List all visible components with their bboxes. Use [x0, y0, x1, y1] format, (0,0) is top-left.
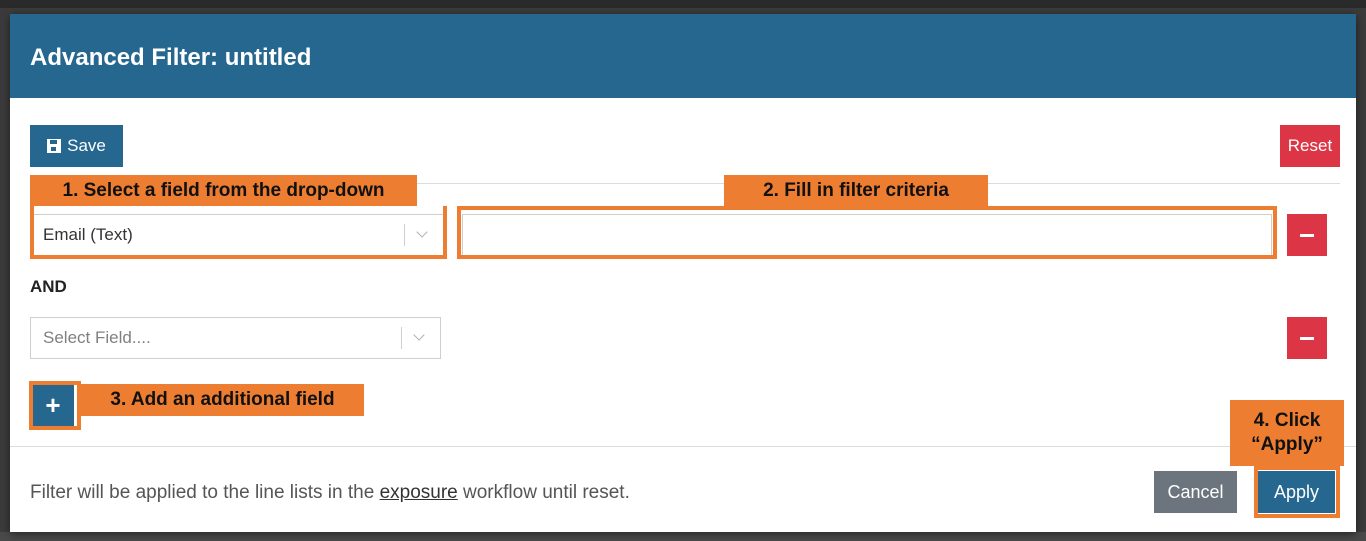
- floppy-disk-icon: [47, 139, 62, 153]
- annotation-step-4: 4. Click “Apply”: [1230, 400, 1344, 466]
- annotation-outline-apply-button: [1254, 466, 1340, 518]
- save-button-label: Save: [67, 136, 106, 155]
- advanced-filter-modal: Advanced Filter: untitled Save Reset Ema…: [10, 14, 1356, 532]
- annotation-step-1: 1. Select a field from the drop-down: [30, 175, 417, 206]
- remove-filter-button-2[interactable]: [1287, 317, 1327, 359]
- reset-button[interactable]: Reset: [1280, 125, 1340, 167]
- modal-header: Advanced Filter: untitled: [10, 14, 1356, 98]
- chevron-down-icon[interactable]: [402, 317, 440, 359]
- cancel-button[interactable]: Cancel: [1154, 471, 1237, 513]
- background-app-top: [0, 0, 1366, 8]
- background-app-bottom: [0, 532, 1366, 541]
- field-select-2[interactable]: Select Field....: [30, 317, 441, 359]
- annotation-outline-criteria-input: [457, 206, 1277, 259]
- annotation-step-4-line-2: “Apply”: [1251, 434, 1323, 455]
- annotation-step-4-line-1: 4. Click: [1253, 410, 1321, 431]
- exposure-link[interactable]: exposure: [380, 482, 458, 503]
- footer-message: Filter will be applied to the line lists…: [30, 482, 630, 504]
- save-button[interactable]: Save: [30, 125, 123, 167]
- annotation-step-2: 2. Fill in filter criteria: [724, 175, 988, 206]
- remove-filter-button-1[interactable]: [1287, 214, 1327, 256]
- and-label: AND: [30, 277, 67, 296]
- annotation-step-3: 3. Add an additional field: [81, 384, 364, 416]
- footer-text-before: Filter will be applied to the line lists…: [30, 482, 380, 503]
- field-select-2-placeholder: Select Field....: [43, 328, 151, 347]
- annotation-outline-field-select: [30, 206, 447, 259]
- modal-title: Advanced Filter: untitled: [30, 44, 312, 71]
- minus-icon: [1300, 336, 1314, 340]
- annotation-outline-add-button: [29, 381, 81, 430]
- minus-icon: [1300, 233, 1314, 237]
- footer-text-after: workflow until reset.: [457, 482, 630, 503]
- footer-divider: [10, 446, 1356, 447]
